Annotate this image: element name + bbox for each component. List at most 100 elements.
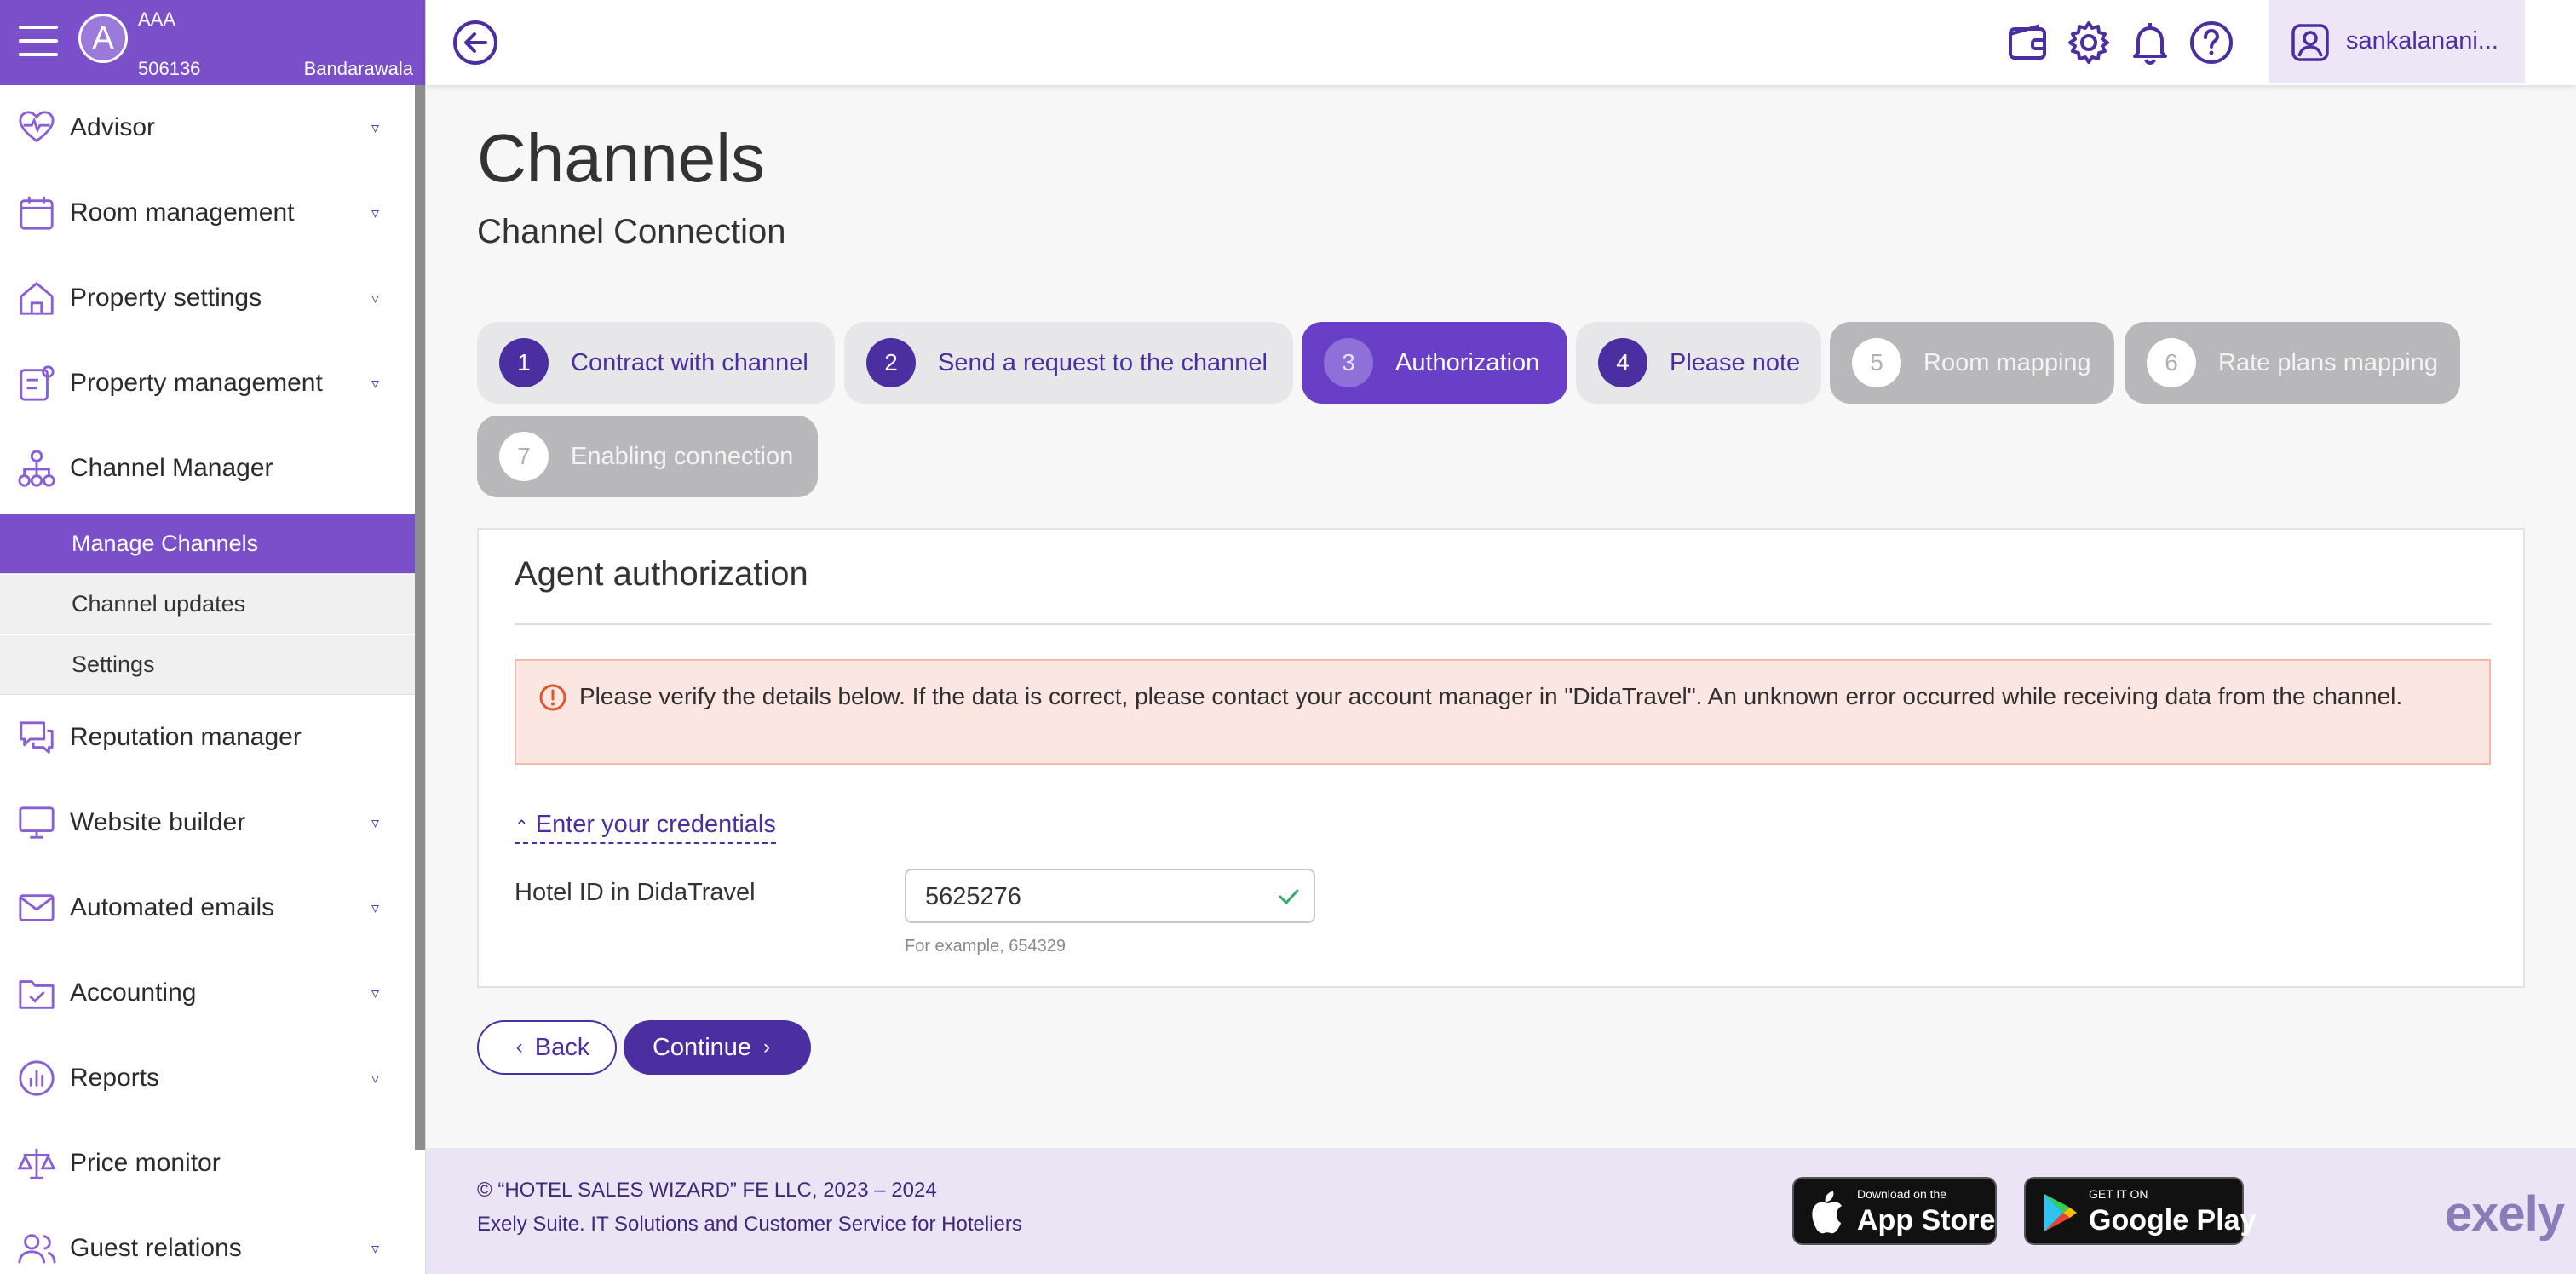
user-icon [2291,24,2329,61]
users-icon [18,1234,56,1264]
step-label: Please note [1670,348,1801,376]
hotel-id-input[interactable] [925,881,1249,913]
card-title: Agent authorization [515,555,808,593]
step-label: Send a request to the channel [938,348,1268,376]
chevron-down-icon: ▿ [371,204,380,221]
sidebar-item-label: Property settings [70,284,262,312]
step-send-request[interactable]: 2 Send a request to the channel [844,322,1293,404]
warning-icon [539,684,566,711]
wallet-icon[interactable] [2004,19,2051,66]
sitemap-icon [18,450,55,487]
sidebar-item-price-monitor[interactable]: Price monitor [0,1121,416,1206]
step-number: 1 [499,338,549,387]
sidebar-item-website-builder[interactable]: Website builder ▿ [0,780,416,865]
sidebar-item-room-management[interactable]: Room management ▿ [0,170,416,255]
credentials-toggle-label: Enter your credentials [535,811,776,838]
hotel-id-field [905,869,1315,923]
sidebar-subitem-manage-channels[interactable]: Manage Channels [0,514,416,574]
heart-pulse-icon [19,111,55,143]
chevron-down-icon: ▿ [371,289,380,307]
sidebar-item-property-settings[interactable]: Property settings ▿ [0,255,416,341]
sidebar-item-guest-relations[interactable]: Guest relations ▿ [0,1206,416,1274]
sidebar-scrollbar[interactable] [415,85,425,1150]
app-store-small-text: Download on the [1857,1187,1947,1201]
sidebar-item-label: Property management [70,369,323,397]
hotel-id-label: Hotel ID in DidaTravel [515,879,756,906]
google-play-icon [2044,1194,2077,1231]
step-contract-with-channel[interactable]: 1 Contract with channel [477,322,835,404]
brand-logo: exely [2444,1186,2565,1242]
bell-icon[interactable] [2126,19,2174,66]
step-label: Contract with channel [571,348,808,376]
sidebar-item-advisor[interactable]: Advisor ▿ [0,85,416,170]
chevron-down-icon: ▿ [371,1069,380,1087]
check-icon [1279,889,1299,904]
user-menu[interactable]: sankalanani... [2269,0,2525,83]
back-button-label: Back [534,1033,590,1061]
sidebar-item-label: Reputation manager [70,723,302,751]
footer: © “HOTEL SALES WIZARD” FE LLC, 2023 – 20… [426,1148,2576,1274]
sidebar-subitem-channel-updates[interactable]: Channel updates [0,575,416,634]
sidebar-item-accounting[interactable]: Accounting ▿ [0,950,416,1036]
continue-button[interactable]: Continue › [624,1020,811,1075]
org-avatar[interactable]: A [78,14,128,63]
sidebar-item-property-management[interactable]: Property management ▿ [0,341,416,426]
app-store-text: App Store [1857,1204,1996,1237]
chat-icon [20,721,54,754]
chevron-down-icon: ▿ [371,118,380,136]
sidebar-item-label: Website builder [70,808,246,836]
sidebar-item-automated-emails[interactable]: Automated emails ▿ [0,865,416,950]
sidebar-item-label: Advisor [70,113,156,141]
chevron-right-icon: › [763,1036,771,1059]
sidebar-header: A AAA 506136 Bandarawala [0,0,425,85]
org-name: AAA [138,9,176,30]
hotel-id-hint: For example, 654329 [905,937,1067,956]
chevron-up-icon: ⌃ [515,818,529,836]
gear-icon[interactable] [2065,19,2113,66]
chevron-down-icon: ▿ [371,1239,380,1257]
sidebar-subitem-settings[interactable]: Settings [0,635,416,695]
page-title: Channels [477,120,766,196]
sidebar-subitem-label: Manage Channels [72,531,259,556]
step-authorization[interactable]: 3 Authorization [1302,322,1567,404]
alert-message: Please verify the details below. If the … [579,683,2403,709]
clipboard-icon [20,365,55,401]
step-enabling-connection: 7 Enabling connection [477,416,818,497]
credentials-toggle[interactable]: ⌃ Enter your credentials [515,811,776,844]
step-label: Rate plans mapping [2218,348,2438,376]
sidebar-item-label: Channel Manager [70,454,273,482]
username: sankalanani... [2346,27,2498,55]
step-number: 3 [1324,338,1373,387]
sidebar-item-channel-manager[interactable]: Channel Manager [0,426,416,511]
page-subtitle: Channel Connection [477,213,786,250]
authorization-card: Agent authorization Please verify the de… [477,528,2525,988]
step-please-note[interactable]: 4 Please note [1576,322,1821,404]
folder-check-icon [19,980,55,1009]
hamburger-menu-icon[interactable] [19,26,58,60]
continue-button-label: Continue [652,1033,752,1061]
error-alert: Please verify the details below. If the … [515,659,2491,765]
copyright: © “HOTEL SALES WIZARD” FE LLC, 2023 – 20… [477,1179,937,1202]
sidebar-item-reports[interactable]: Reports ▿ [0,1036,416,1121]
step-rate-plans-mapping: 6 Rate plans mapping [2125,322,2460,404]
app-store-badge[interactable]: Download on the App Store [1792,1177,1997,1245]
step-label: Room mapping [1923,348,2091,376]
divider [515,623,2491,625]
sidebar-item-label: Price monitor [70,1149,221,1177]
help-icon[interactable] [2188,19,2235,66]
google-play-text: Google Play [2089,1204,2257,1237]
back-arrow-icon[interactable] [451,19,499,66]
sidebar-item-label: Accounting [70,978,197,1007]
step-label: Enabling connection [571,442,794,470]
step-number: 5 [1852,338,1901,387]
sidebar-item-reputation-manager[interactable]: Reputation manager [0,695,416,780]
step-number: 6 [2147,338,2196,387]
sidebar-item-label: Room management [70,198,295,227]
org-id: 506136 [138,58,201,79]
sidebar-item-label: Automated emails [70,893,275,921]
back-button[interactable]: ‹ Back [477,1020,617,1075]
apple-icon [1812,1191,1842,1234]
step-number: 2 [866,338,916,387]
google-play-badge[interactable]: GET IT ON Google Play [2024,1177,2257,1245]
step-number: 7 [499,432,549,481]
